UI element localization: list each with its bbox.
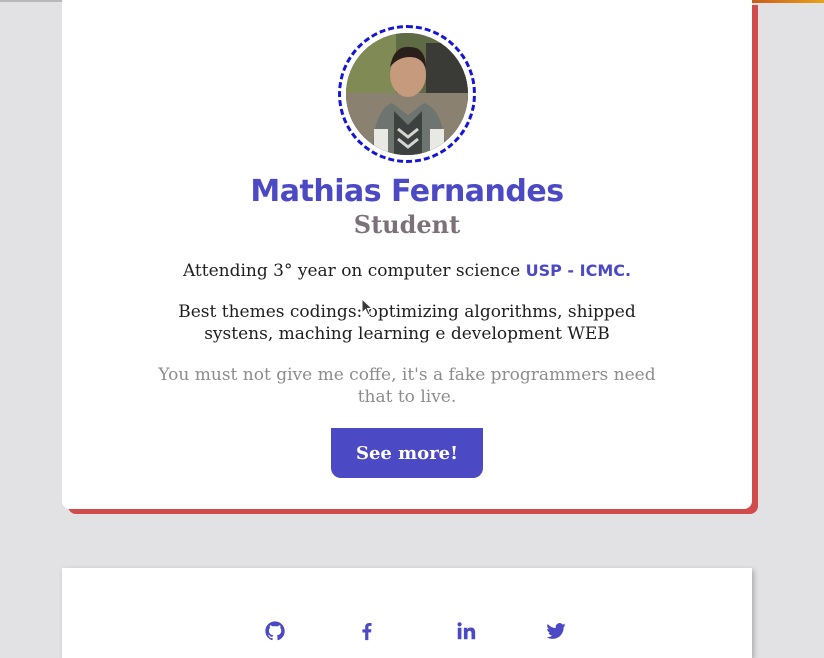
avatar-ring: [338, 25, 476, 163]
profile-name: Mathias Fernandes: [250, 174, 564, 209]
avatar-photo: [346, 33, 468, 155]
quote-text: You must not give me coffe, it's a fake …: [158, 365, 656, 407]
attending-prefix: Attending 3° year on computer science: [182, 261, 526, 281]
themes-text: Best themes codings: optimizing algorith…: [178, 302, 636, 344]
profile-role: Student: [353, 210, 461, 239]
attending-text: Attending 3° year on computer science US…: [142, 260, 672, 282]
social-links-card: [62, 568, 752, 658]
twitter-icon[interactable]: [545, 620, 567, 642]
avatar: [346, 33, 468, 155]
see-more-button[interactable]: See more!: [331, 428, 483, 478]
profile-card: Mathias Fernandes Student Attending 3° y…: [62, 0, 752, 509]
facebook-icon[interactable]: [356, 620, 378, 642]
university-link[interactable]: USP - ICMC.: [526, 261, 631, 280]
linkedin-icon[interactable]: [455, 620, 477, 642]
github-icon[interactable]: [264, 620, 286, 642]
